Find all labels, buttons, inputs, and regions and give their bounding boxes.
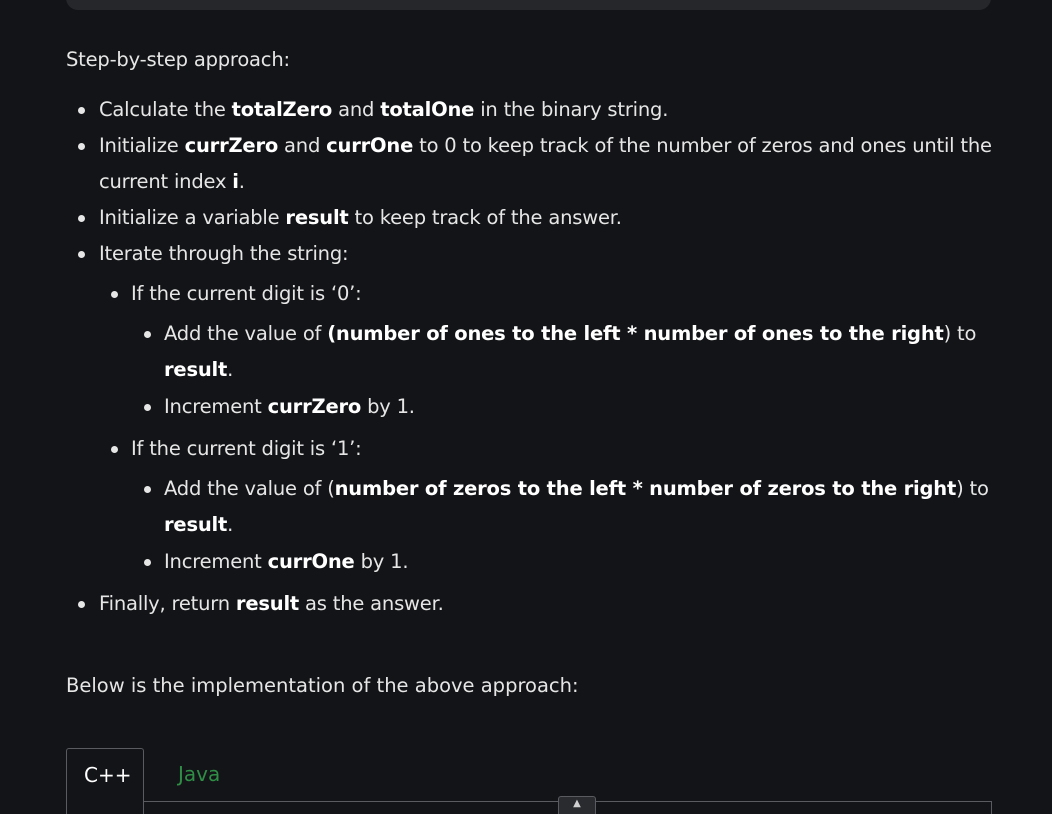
step-text: Finally, return [99, 592, 236, 615]
chevron-up-icon: ▲ [573, 798, 581, 809]
step-text: Initialize a variable [99, 206, 286, 229]
language-tabs: C++ Java ▲ [66, 748, 992, 814]
bold-term: totalOne [380, 98, 475, 121]
step-text: and [278, 134, 327, 157]
action-text: by 1. [354, 550, 409, 573]
case-text: If the current digit is ‘0’: [131, 282, 362, 305]
bold-term: currZero [184, 134, 279, 157]
action-item: Increment currOne by 1. [131, 544, 996, 580]
action-text: . [227, 513, 234, 536]
step-item: Iterate through the string: If the curre… [66, 236, 996, 580]
tab-java[interactable]: Java [178, 748, 220, 800]
bold-term: result [285, 206, 349, 229]
step-item: Initialize currZero and currOne to 0 to … [66, 128, 996, 200]
code-panel [66, 801, 992, 814]
step-text: as the answer. [299, 592, 444, 615]
action-text: by 1. [361, 395, 415, 418]
bold-term: currOne [326, 134, 414, 157]
action-text: ) to [943, 322, 977, 345]
bold-term: result [164, 358, 228, 381]
intro-text: Step-by-step approach: [66, 48, 290, 71]
action-text: Add the value of [164, 322, 328, 345]
step-item: Finally, return result as the answer. [66, 586, 996, 622]
step-item: Initialize a variable result to keep tra… [66, 200, 996, 236]
step-text: in the binary string. [474, 98, 669, 121]
step-text: Iterate through the string: [99, 242, 349, 265]
action-text: . [227, 358, 234, 381]
bold-term: result [235, 592, 300, 615]
step-text: Initialize [99, 134, 185, 157]
implementation-intro: Below is the implementation of the above… [66, 674, 579, 697]
step-text: and [332, 98, 381, 121]
scroll-up-button[interactable]: ▲ [558, 796, 596, 814]
case-text: If the current digit is ‘1’: [131, 437, 362, 460]
action-item: Add the value of (number of ones to the … [131, 316, 996, 388]
bold-term: number of zeros to the left * number of … [334, 477, 957, 500]
tab-cpp[interactable]: C++ [66, 748, 144, 814]
action-text: Add the value of ( [164, 477, 335, 500]
article-body: Step-by-step approach: Calculate the tot… [66, 42, 996, 622]
bold-term: currZero [267, 395, 362, 418]
bold-term: currOne [267, 550, 355, 573]
action-text: Increment [164, 395, 268, 418]
action-text: Increment [164, 550, 268, 573]
action-item: Add the value of (number of zeros to the… [131, 471, 996, 543]
bold-term: totalZero [231, 98, 333, 121]
iterate-list: If the current digit is ‘0’: Add the val… [99, 276, 996, 580]
bold-term: result [164, 513, 228, 536]
steps-list: Calculate the totalZero and totalOne in … [66, 92, 996, 622]
case-item: If the current digit is ‘1’: Add the val… [99, 431, 996, 580]
step-text: . [238, 170, 245, 193]
action-text: ) to [956, 477, 989, 500]
action-item: Increment currZero by 1. [131, 389, 996, 425]
previous-card [66, 0, 991, 10]
case-actions: Add the value of (number of ones to the … [131, 316, 996, 425]
case-actions: Add the value of (number of zeros to the… [131, 471, 996, 580]
step-item: Calculate the totalZero and totalOne in … [66, 92, 996, 128]
bold-term: (number of ones to the left * number of … [327, 322, 944, 345]
case-item: If the current digit is ‘0’: Add the val… [99, 276, 996, 425]
step-text: Calculate the [99, 98, 232, 121]
step-text: to keep track of the answer. [348, 206, 622, 229]
